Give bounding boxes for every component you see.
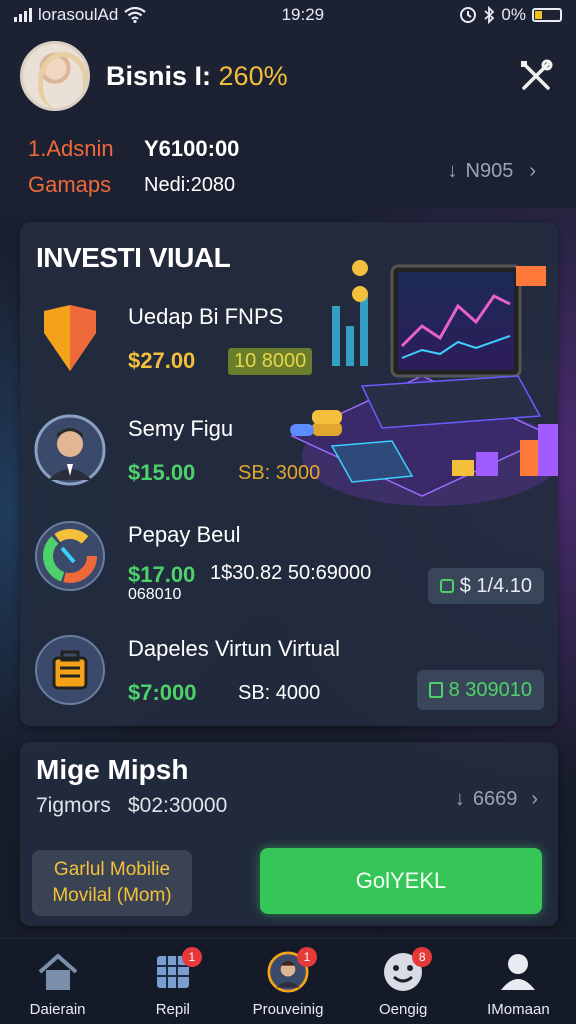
promo-sub-value: $02:30000 (128, 794, 228, 817)
alarm-icon (460, 7, 477, 23)
growth-percent: 260% (218, 60, 288, 91)
nav-item-report[interactable]: 1 Repil (115, 939, 230, 1024)
nav-label: Repil (155, 1001, 190, 1018)
avatar[interactable] (20, 41, 90, 111)
signal-icon (14, 8, 32, 22)
promo-card: Mige Mipsh 7igmors $02:30000 ↓ 6669 › Ga… (20, 742, 558, 926)
promo-sub-label: 7igmors (36, 794, 111, 817)
nav-item-home[interactable]: Daierain (0, 939, 115, 1024)
home-icon (37, 951, 79, 993)
profile-icon: 1 (267, 947, 317, 993)
summary-panel: 1.Adsnin Y6100:00 Gamaps Nedi:2080 ↓ N90… (0, 128, 576, 208)
invest-card: INVESTI VIUAL Uedap Bi FNPS $27.00 10 80… (20, 222, 558, 726)
calendar-icon: 1 (152, 947, 202, 993)
avatar (32, 412, 108, 488)
summary-row: 1.Adsnin Y6100:00 (28, 136, 239, 162)
item-meta: SB: 4000 (238, 682, 321, 704)
summary-row: Gamaps Nedi:2080 (28, 172, 235, 198)
chevron-right-icon: › (531, 788, 538, 810)
status-bar: lorasoulAd 19:29 0% (0, 0, 576, 30)
item-name: Pepay Beul (128, 522, 241, 547)
summary-label: 1.Adsnin (28, 136, 114, 161)
summary-value: Y6100:00 (144, 136, 240, 161)
item-price: $15.00 (128, 460, 196, 485)
value-pill[interactable]: 8 309010 (416, 670, 544, 710)
promo-button[interactable]: Garlul Mobilie Movilal (Mom) (32, 850, 192, 916)
wifi-icon (124, 7, 147, 23)
item-meta: SB: 3000 (238, 462, 321, 484)
battery-icon (531, 8, 562, 22)
item-meta: 10 8000 (228, 348, 313, 375)
nav-label: Prouveinig (252, 1001, 324, 1018)
item-name: Dapeles Virtun Virtual (128, 636, 340, 661)
item-meta: 1$30.82 50:69000 (210, 562, 372, 584)
summary-value: Nedi:2080 (144, 173, 236, 196)
bottom-nav: Daierain 1 Repil 1 Prouveinig 8 Oengig I… (0, 938, 576, 1024)
app-header: Bisnis I: 260% (20, 38, 556, 114)
pie-chart-icon (32, 518, 108, 594)
arrow-down-icon: ↓ (447, 160, 458, 182)
notification-badge: 1 (297, 947, 317, 967)
notification-badge: 8 (412, 947, 433, 967)
item-price: $17.00 (128, 562, 196, 587)
smiley-icon: 8 (382, 947, 433, 993)
notification-badge: 1 (181, 947, 202, 967)
wallet-icon (439, 579, 454, 593)
battery-percent: 0% (501, 5, 526, 24)
item-name: Semy Figu (128, 416, 234, 441)
summary-detail-link[interactable]: ↓ N905 › (448, 160, 536, 183)
item-price: $27.00 (128, 348, 196, 373)
bluetooth-icon (484, 6, 495, 24)
user-icon (497, 951, 539, 993)
clock: 19:29 (281, 5, 325, 24)
list-item[interactable]: Dapeles Virtun Virtual $7:000 SB: 4000 8… (32, 632, 552, 722)
carrier-name: lorasoulAd (38, 5, 119, 24)
card-title: INVESTI VIUAL (36, 242, 231, 273)
list-item[interactable]: Uedap Bi FNPS $27.00 10 8000 (32, 300, 552, 390)
chevron-right-icon: › (529, 160, 536, 182)
page-title: Bisnis I: 260% (106, 60, 288, 91)
list-item[interactable]: Pepay Beul $17.00 1$30.82 50:69000 06801… (32, 518, 552, 608)
item-name: Uedap Bi FNPS (128, 304, 284, 329)
nav-label: Daierain (29, 1001, 86, 1018)
nav-item-profile[interactable]: 1 Prouveinig (230, 939, 345, 1024)
arrow-down-icon: ↓ (454, 788, 465, 810)
item-meta-secondary: 068010 (128, 586, 182, 603)
list-item[interactable]: Semy Figu $15.00 SB: 3000 (32, 412, 552, 502)
cta-button[interactable]: GolYEKL (260, 848, 542, 914)
nav-label: Oengig (379, 1001, 428, 1018)
document-icon (428, 682, 443, 698)
value-pill[interactable]: $ 1/4.10 (427, 568, 544, 604)
promo-detail-link[interactable]: ↓ 6669 › (455, 788, 538, 811)
nav-item-account[interactable]: IMomaan (461, 939, 576, 1024)
nav-label: IMomaan (487, 1001, 550, 1018)
item-price: $7:000 (128, 680, 197, 705)
shield-icon (32, 300, 108, 376)
tools-icon[interactable] (516, 56, 556, 96)
summary-label: Gamaps (28, 172, 112, 197)
briefcase-icon (32, 632, 108, 708)
card-title: Mige Mipsh (36, 754, 189, 785)
nav-item-settings[interactable]: 8 Oengig (346, 939, 461, 1024)
